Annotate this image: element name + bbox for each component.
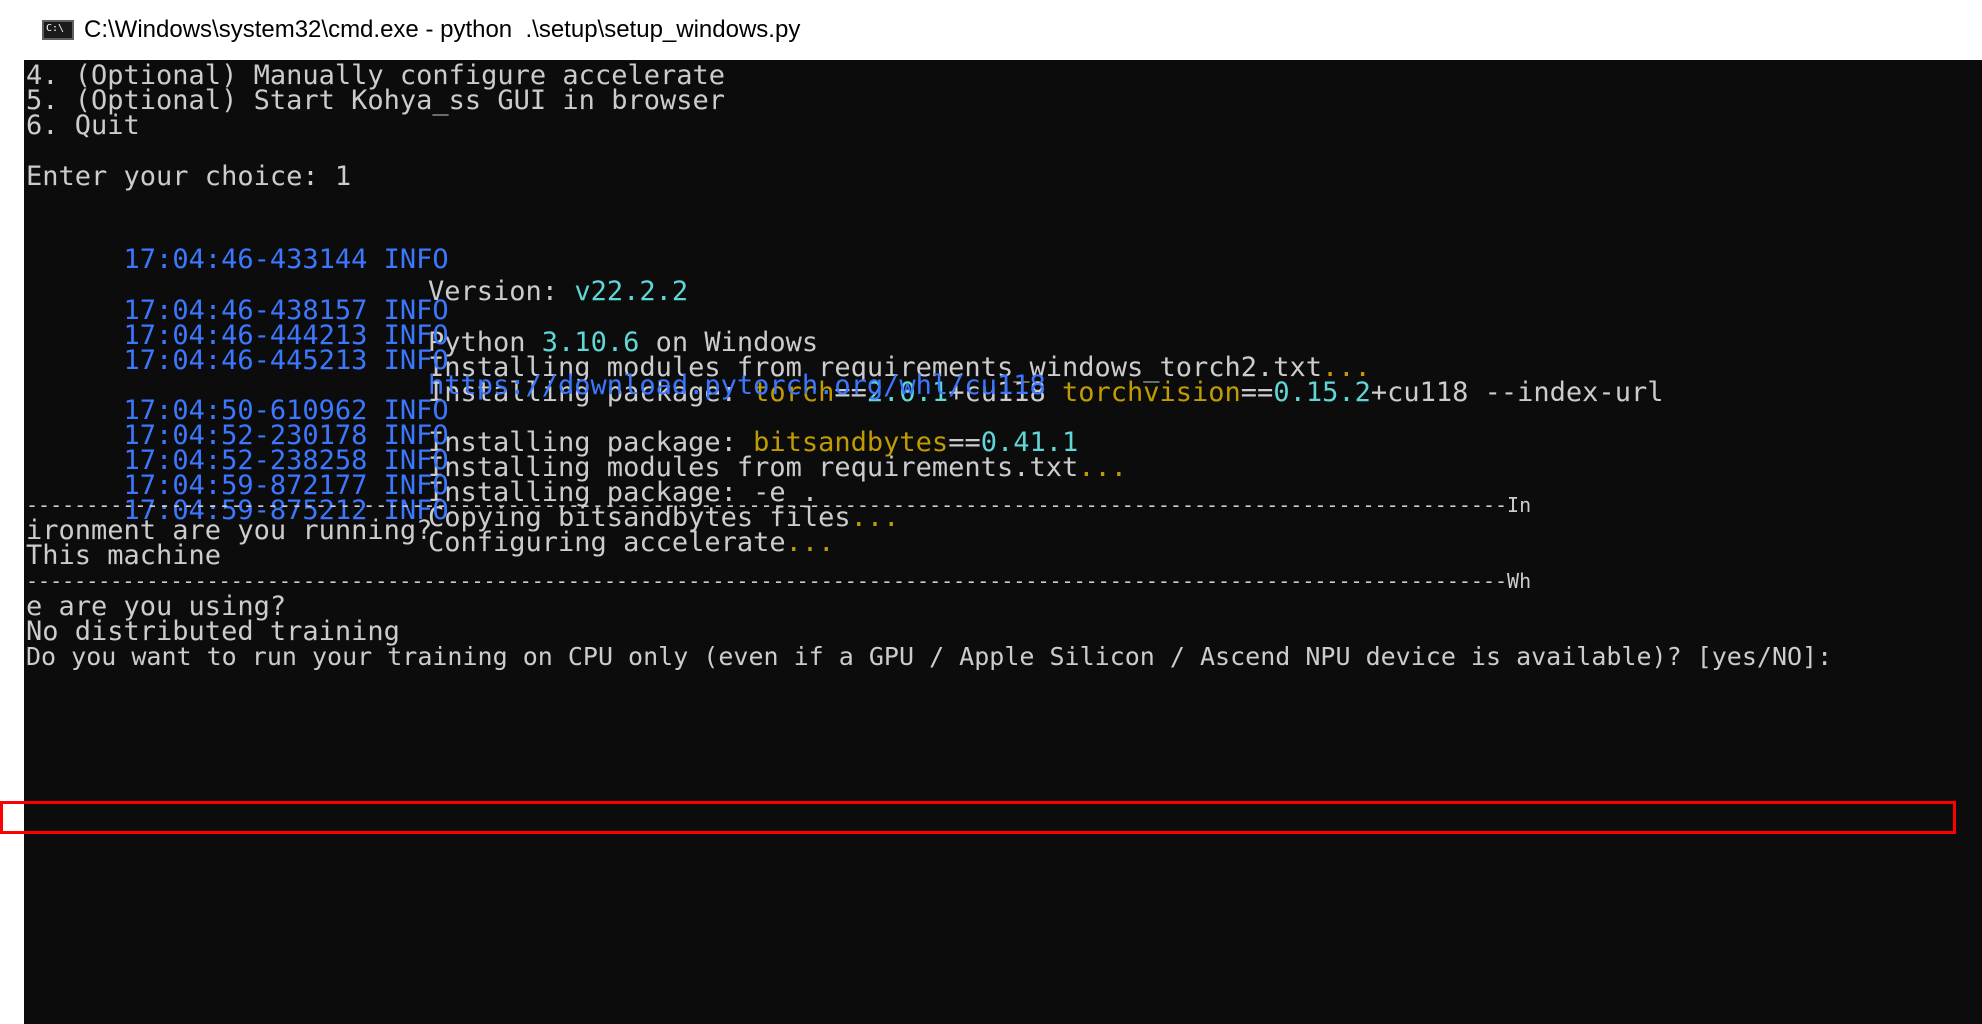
window-title: C:\Windows\system32\cmd.exe - python .\s… bbox=[84, 16, 801, 43]
menu-item-6: 6. Quit bbox=[26, 110, 140, 141]
log-text: Configuring accelerate... bbox=[428, 527, 835, 558]
title-bar[interactable]: C:\Windows\system32\cmd.exe - python .\s… bbox=[24, 0, 1982, 60]
cpu-only-prompt[interactable]: Do you want to run your training on CPU … bbox=[26, 641, 1832, 673]
highlight-box bbox=[0, 801, 1956, 834]
cmd-icon bbox=[42, 20, 74, 40]
left-margin bbox=[0, 60, 24, 1024]
log-text: Version: v22.2.2 bbox=[428, 276, 689, 307]
cmd-window: C:\Windows\system32\cmd.exe - python .\s… bbox=[0, 0, 1982, 1024]
index-url-link: https://download.pytorch.org/whl/cu118 bbox=[428, 370, 1046, 401]
log-line: 17:04:46-433144 INFO Version: v22.2.2 bbox=[26, 212, 689, 307]
choice-prompt: Enter your choice: 1 bbox=[26, 161, 352, 192]
console-output[interactable]: 4. (Optional) Manually configure acceler… bbox=[24, 60, 1982, 1024]
